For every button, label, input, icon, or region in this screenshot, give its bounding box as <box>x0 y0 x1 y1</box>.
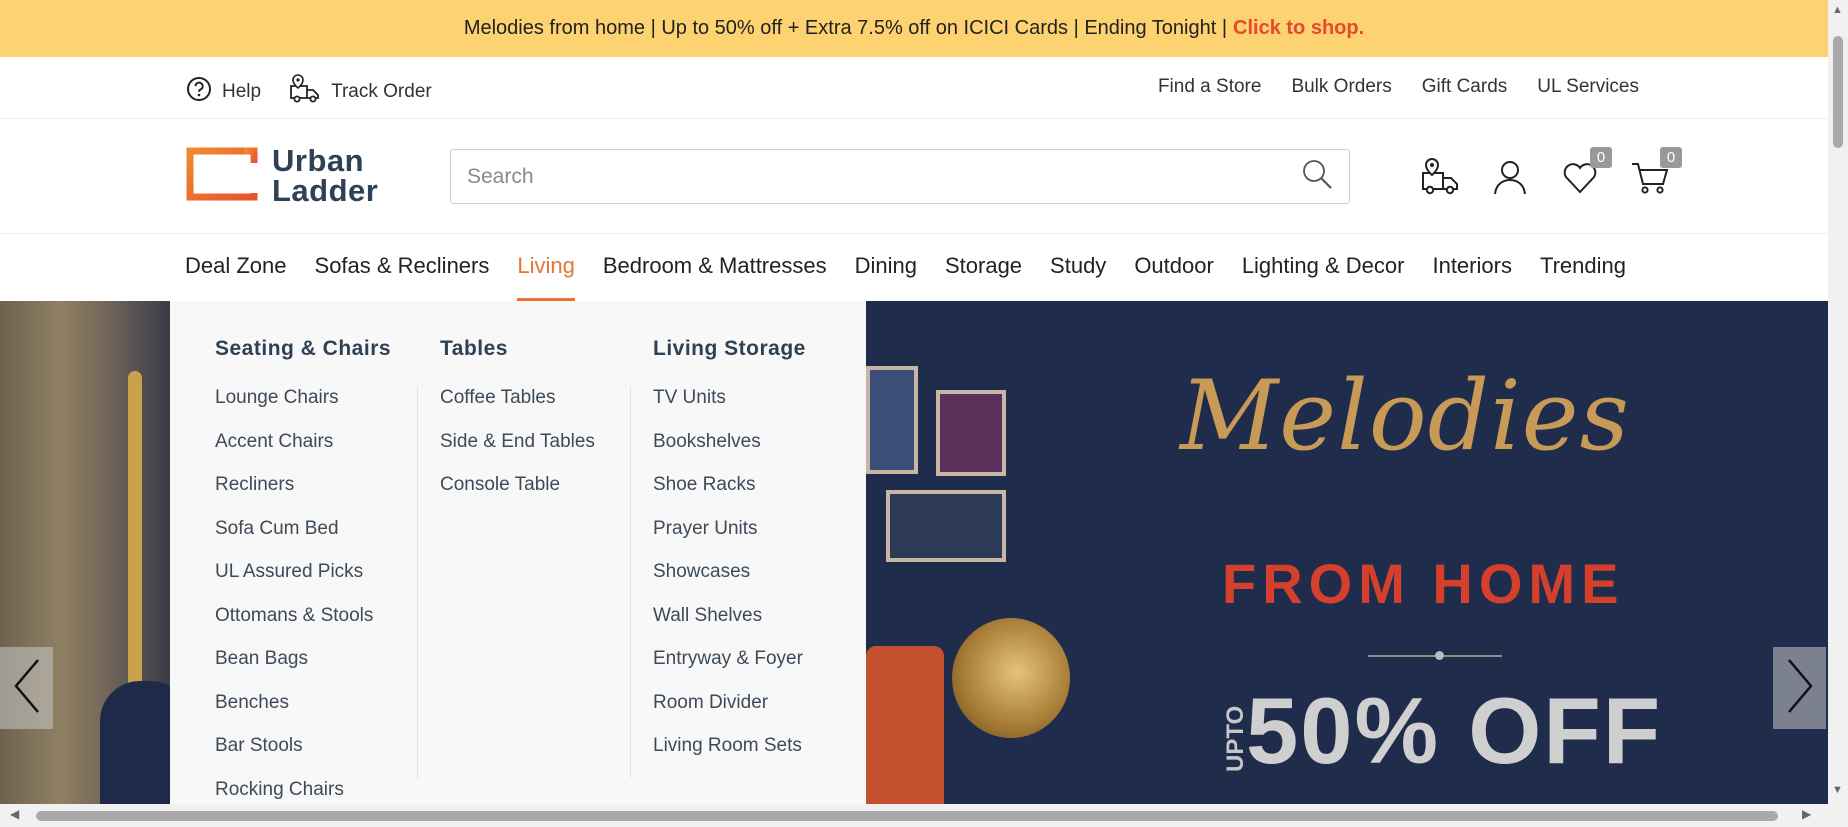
hero-divider-dot <box>1435 651 1444 660</box>
hero-offer: 50% OFF <box>1246 678 1663 783</box>
menu-item-ul-assured-picks[interactable]: UL Assured Picks <box>215 561 391 605</box>
mega-col-tables: Tables Coffee Tables Side & End Tables C… <box>440 337 595 518</box>
menu-item-console-table[interactable]: Console Table <box>440 474 595 518</box>
menu-item-living-room-sets[interactable]: Living Room Sets <box>653 735 806 779</box>
track-order-link[interactable]: Track Order <box>289 74 432 110</box>
utility-bar: Help Track Order Find a Store Bulk Order… <box>0 57 1828 119</box>
menu-item-wall-shelves[interactable]: Wall Shelves <box>653 605 806 649</box>
nav-item-dining[interactable]: Dining <box>855 234 917 301</box>
logo-line-2: Ladder <box>272 173 379 208</box>
menu-item-prayer-units[interactable]: Prayer Units <box>653 518 806 562</box>
truck-location-icon <box>1420 157 1460 201</box>
search-icon[interactable] <box>1301 158 1333 195</box>
menu-item-recliners[interactable]: Recliners <box>215 474 391 518</box>
menu-item-bar-stools[interactable]: Bar Stools <box>215 735 391 779</box>
menu-item-showcases[interactable]: Showcases <box>653 561 806 605</box>
nav-item-outdoor[interactable]: Outdoor <box>1134 234 1214 301</box>
menu-item-side-end-tables[interactable]: Side & End Tables <box>440 431 595 475</box>
column-divider <box>417 386 418 780</box>
menu-item-benches[interactable]: Benches <box>215 692 391 736</box>
menu-item-entryway-foyer[interactable]: Entryway & Foyer <box>653 648 806 692</box>
mega-col-living-storage: Living Storage TV Units Bookshelves Shoe… <box>653 337 806 779</box>
main-nav: Deal Zone Sofas & Recliners Living Bedro… <box>0 234 1828 301</box>
mega-col-heading[interactable]: Seating & Chairs <box>215 337 391 361</box>
scroll-up-icon[interactable]: ▲ <box>1832 4 1843 16</box>
cart-count-badge: 0 <box>1660 147 1682 168</box>
promo-banner[interactable]: Melodies from home | Up to 50% off + Ext… <box>0 0 1828 57</box>
menu-item-sofa-cum-bed[interactable]: Sofa Cum Bed <box>215 518 391 562</box>
nav-item-sofas-recliners[interactable]: Sofas & Recliners <box>315 234 490 301</box>
help-label: Help <box>222 81 262 102</box>
vertical-scroll-thumb[interactable] <box>1833 36 1843 148</box>
heart-icon <box>1560 163 1600 201</box>
nav-item-storage[interactable]: Storage <box>945 234 1022 301</box>
chevron-right-icon <box>1785 658 1815 719</box>
sofa-illustration <box>866 646 944 804</box>
nav-item-bedroom-mattresses[interactable]: Bedroom & Mattresses <box>603 234 827 301</box>
wall-frame-3 <box>886 490 1006 562</box>
user-icon <box>1490 161 1530 201</box>
nav-item-interiors[interactable]: Interiors <box>1432 234 1511 301</box>
column-divider <box>630 386 631 778</box>
ul-services-link[interactable]: UL Services <box>1537 76 1639 98</box>
nav-item-trending[interactable]: Trending <box>1540 234 1626 301</box>
nav-item-lighting-decor[interactable]: Lighting & Decor <box>1242 234 1405 301</box>
cart-icon <box>1630 163 1670 201</box>
promo-cta-link[interactable]: Click to shop. <box>1233 17 1364 40</box>
menu-item-lounge-chairs[interactable]: Lounge Chairs <box>215 387 391 431</box>
chevron-left-icon <box>12 658 42 719</box>
mega-col-heading[interactable]: Living Storage <box>653 337 806 361</box>
menu-item-rocking-chairs[interactable]: Rocking Chairs <box>215 779 391 805</box>
delivery-tracking-button[interactable] <box>1420 157 1460 197</box>
nav-item-living[interactable]: Living <box>517 234 575 301</box>
wall-frame-2 <box>936 390 1006 476</box>
logo-wordmark: Urban Ladder <box>272 143 379 208</box>
menu-item-ottomans-stools[interactable]: Ottomans & Stools <box>215 605 391 649</box>
gramophone-illustration <box>952 618 1070 738</box>
menu-item-tv-units[interactable]: TV Units <box>653 387 806 431</box>
mega-col-heading[interactable]: Tables <box>440 337 595 361</box>
living-mega-menu: Seating & Chairs Lounge Chairs Accent Ch… <box>170 301 866 804</box>
gift-cards-link[interactable]: Gift Cards <box>1422 76 1508 98</box>
header-actions: 0 0 <box>1420 147 1682 197</box>
account-button[interactable] <box>1490 157 1530 197</box>
search-box[interactable] <box>450 149 1350 204</box>
carousel-prev-button[interactable] <box>0 647 53 729</box>
nav-item-study[interactable]: Study <box>1050 234 1106 301</box>
wishlist-button[interactable]: 0 <box>1560 147 1612 197</box>
help-link[interactable]: Help <box>186 74 261 110</box>
hero-title: Melodies <box>1180 360 1630 472</box>
site-header: Urban Ladder 0 <box>0 119 1828 234</box>
logo-mark-icon <box>186 147 258 206</box>
vertical-scrollbar[interactable]: ▲ ▼ <box>1828 0 1848 804</box>
scroll-down-icon[interactable]: ▼ <box>1832 784 1843 796</box>
brand-logo[interactable]: Urban Ladder <box>186 143 379 208</box>
bulk-orders-link[interactable]: Bulk Orders <box>1291 76 1391 98</box>
hero-subtitle: FROM HOME <box>1222 552 1625 615</box>
menu-item-accent-chairs[interactable]: Accent Chairs <box>215 431 391 475</box>
nav-item-deal-zone[interactable]: Deal Zone <box>185 234 287 301</box>
wishlist-count-badge: 0 <box>1590 147 1612 168</box>
find-store-link[interactable]: Find a Store <box>1158 76 1262 98</box>
menu-item-shoe-racks[interactable]: Shoe Racks <box>653 474 806 518</box>
track-order-label: Track Order <box>331 81 432 102</box>
wall-frame-1 <box>866 366 918 474</box>
horizontal-scroll-thumb[interactable] <box>36 811 1778 821</box>
promo-text: Melodies from home | Up to 50% off + Ext… <box>463 17 1228 39</box>
menu-item-bookshelves[interactable]: Bookshelves <box>653 431 806 475</box>
menu-item-room-divider[interactable]: Room Divider <box>653 692 806 736</box>
scroll-left-icon[interactable]: ◀ <box>10 807 19 821</box>
horizontal-scrollbar[interactable]: ◀ ▶ <box>0 804 1828 827</box>
truck-location-icon <box>289 74 321 110</box>
scroll-right-icon[interactable]: ▶ <box>1802 807 1811 821</box>
carousel-next-button[interactable] <box>1773 647 1826 729</box>
help-icon <box>186 76 212 108</box>
menu-item-bean-bags[interactable]: Bean Bags <box>215 648 391 692</box>
logo-line-1: Urban <box>272 143 365 178</box>
menu-item-coffee-tables[interactable]: Coffee Tables <box>440 387 595 431</box>
search-input[interactable] <box>467 164 1301 189</box>
scrollbar-corner <box>1828 804 1848 827</box>
mega-col-seating: Seating & Chairs Lounge Chairs Accent Ch… <box>215 337 391 804</box>
cart-button[interactable]: 0 <box>1630 147 1682 197</box>
